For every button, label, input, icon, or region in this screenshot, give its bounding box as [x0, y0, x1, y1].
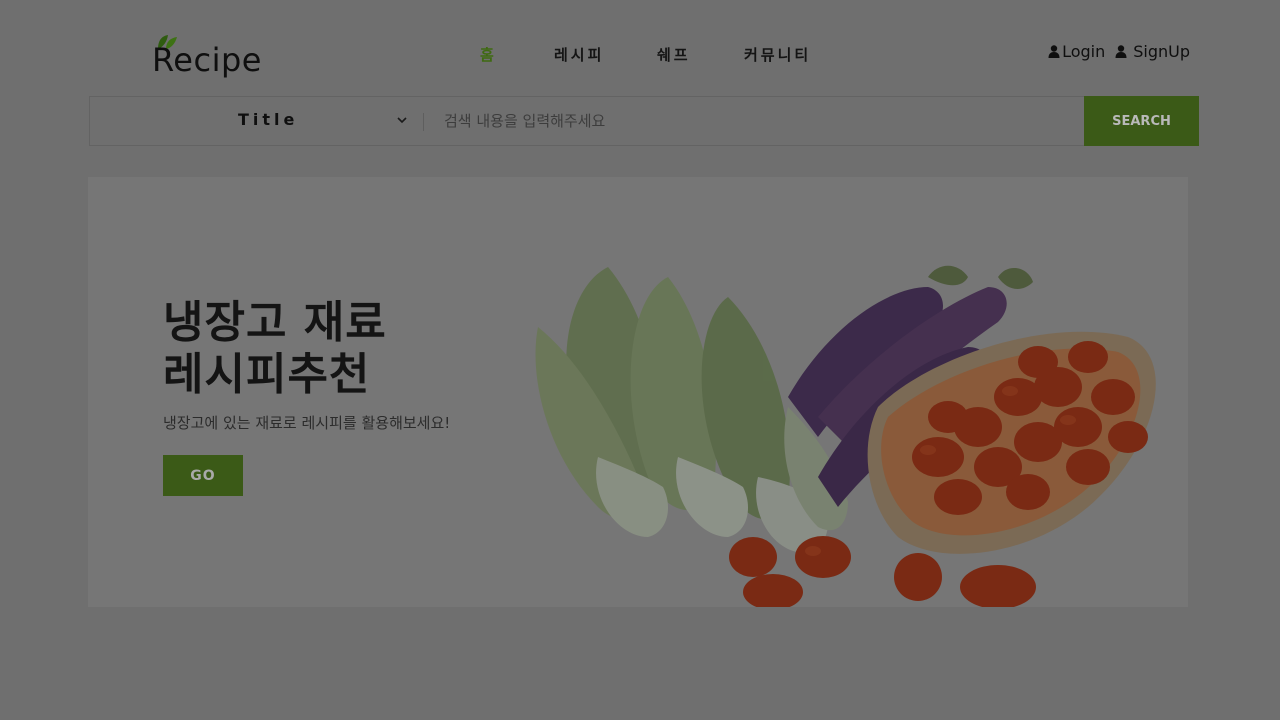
login-link[interactable]: Login	[1048, 42, 1105, 61]
signup-link[interactable]: SignUp	[1115, 42, 1190, 61]
search-bar: Title SEARCH	[89, 96, 1199, 146]
search-divider	[423, 113, 424, 131]
search-type-select[interactable]: Title	[90, 97, 423, 145]
hero-title: 냉장고 재료 레시피추천	[163, 297, 387, 401]
logo-text: Recipe	[152, 41, 262, 79]
login-label: Login	[1062, 42, 1106, 61]
signup-label: SignUp	[1133, 42, 1190, 61]
hero-subtitle: 냉장고에 있는 재료로 레시피를 활용해보세요!	[163, 414, 451, 432]
auth-links: Login SignUp	[1048, 42, 1190, 61]
nav-item-chef[interactable]: 쉐프	[657, 44, 744, 66]
user-icon	[1115, 45, 1127, 58]
nav-item-home[interactable]: 홈	[480, 44, 554, 66]
go-button[interactable]: GO	[163, 455, 243, 496]
search-input[interactable]	[434, 97, 1074, 145]
site-logo[interactable]: Recipe	[152, 34, 272, 82]
user-icon	[1048, 45, 1060, 58]
nav-item-recipe[interactable]: 레시피	[554, 44, 657, 66]
search-type-value: Title	[238, 110, 299, 129]
hero-title-line2: 레시피추천	[163, 349, 371, 400]
chevron-down-icon	[397, 117, 407, 124]
hero-title-line1: 냉장고 재료	[163, 297, 387, 348]
nav-item-community[interactable]: 커뮤니티	[744, 44, 811, 66]
search-button[interactable]: SEARCH	[1084, 96, 1199, 146]
page-overlay: Recipe 홈 레시피 쉐프 커뮤니티 Login SignUp Title	[0, 0, 1280, 720]
hero-banner: 냉장고 재료 레시피추천 냉장고에 있는 재료로 레시피를 활용해보세요! GO	[88, 177, 1188, 607]
vegetables-image	[535, 265, 1156, 607]
main-nav: 홈 레시피 쉐프 커뮤니티	[480, 44, 811, 66]
